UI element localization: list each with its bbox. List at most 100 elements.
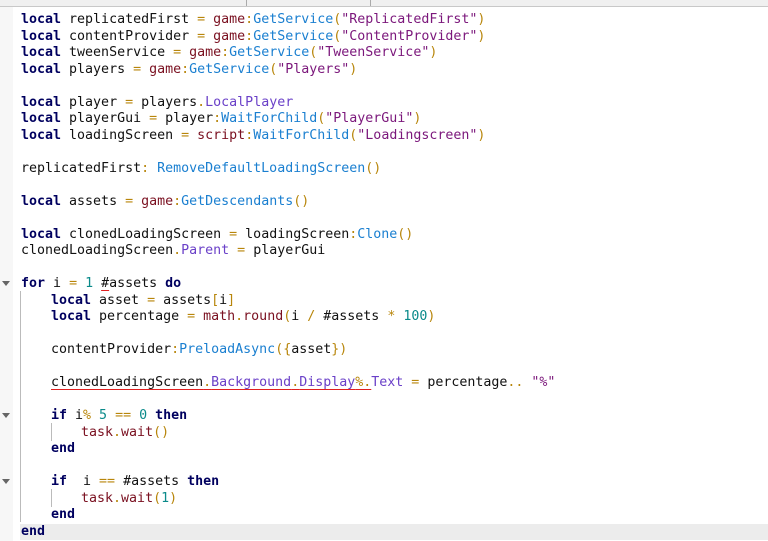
code-token-num: 0 (131, 408, 156, 423)
code-line[interactable]: for i = 1 #assets do (0, 276, 768, 293)
code-token-op: () (397, 226, 414, 242)
code-token-op: = (229, 226, 238, 242)
code-token-num: 1 (77, 276, 102, 291)
code-line[interactable]: local clonedLoadingScreen = loadingScree… (0, 227, 768, 244)
code-token-op: [ (211, 292, 220, 308)
code-token-kw: local (21, 28, 62, 44)
code-token-op: : (245, 28, 254, 44)
code-token-op: = (403, 375, 428, 390)
code-token-op: ) (413, 111, 422, 126)
code-token-id: loadingScreen (61, 127, 182, 143)
code-line[interactable]: clonedLoadingScreen.Background.Display%.… (0, 375, 768, 392)
code-token-op: = (197, 28, 206, 44)
code-token-op: ) (477, 127, 486, 143)
code-token-op: % (83, 408, 92, 423)
code-line[interactable]: task.wait(1) (0, 491, 768, 508)
code-line[interactable]: if i% 5 == 0 then (0, 408, 768, 425)
code-token-op: ) (169, 490, 178, 506)
code-token-op: . (291, 375, 300, 390)
code-line[interactable] (0, 144, 768, 161)
code-token-kw: if (51, 474, 68, 489)
code-line[interactable]: local replicatedFirst = game:GetService(… (0, 12, 768, 29)
code-token-id: player (61, 94, 126, 110)
code-token-id: playerGui (253, 243, 326, 258)
code-line[interactable]: clonedLoadingScreen.Parent = playerGui (0, 243, 768, 260)
code-line[interactable]: local contentProvider = game:GetService(… (0, 29, 768, 46)
code-token-num: 100 (395, 309, 428, 324)
code-line[interactable] (0, 210, 768, 227)
code-line[interactable]: local asset = assets[i] (0, 293, 768, 310)
code-token-kw: end (51, 507, 76, 522)
code-token-id: clonedLoadingScreen (61, 226, 230, 242)
fold-arrow-icon[interactable] (2, 281, 10, 286)
code-token-id: loadingScreen (237, 226, 350, 242)
code-token-op: : (221, 45, 230, 60)
code-line[interactable]: local playerGui = player:WaitForChild("P… (0, 111, 768, 128)
code-token-svc: game (141, 61, 182, 77)
code-token-op: : (141, 160, 158, 176)
code-token-id: assets (155, 292, 212, 308)
code-token-id: tweenService (61, 45, 174, 60)
code-line[interactable] (0, 392, 768, 409)
code-line[interactable]: replicatedFirst: RemoveDefaultLoadingScr… (0, 161, 768, 178)
code-line[interactable]: local players = game:GetService("Players… (0, 62, 768, 79)
code-token-op: = (147, 292, 156, 308)
code-line[interactable] (0, 177, 768, 194)
code-line[interactable]: end (20, 523, 768, 540)
code-token-str: "TweenService" (317, 45, 430, 60)
code-token-fn: GetService (253, 28, 334, 44)
code-token-id: i (219, 292, 228, 308)
code-token-id: replicatedFirst (21, 160, 142, 176)
code-token-prop: LocalPlayer (205, 94, 294, 110)
fold-arrow-icon[interactable] (2, 479, 10, 484)
fold-arrow-icon[interactable] (2, 413, 10, 418)
code-line[interactable]: task.wait() (0, 425, 768, 442)
code-token-kw: local (21, 193, 62, 209)
code-token-svc: game (205, 28, 246, 44)
code-line[interactable]: local loadingScreen = script:WaitForChil… (0, 128, 768, 145)
code-line[interactable]: local tweenService = game:GetService("Tw… (0, 45, 768, 62)
code-token-id: assets (61, 193, 126, 209)
code-line[interactable] (0, 326, 768, 343)
code-token-op: : (171, 342, 180, 357)
code-token-id: #assets (315, 309, 388, 324)
code-line[interactable]: local player = players.LocalPlayer (0, 95, 768, 112)
code-token-id: i (67, 474, 100, 489)
code-line[interactable] (0, 78, 768, 95)
code-line[interactable]: contentProvider:PreloadAsync({asset}) (0, 342, 768, 359)
code-line[interactable] (0, 260, 768, 277)
code-line[interactable] (0, 359, 768, 376)
code-token-op: () (293, 193, 310, 209)
code-token-svc: math (195, 309, 236, 324)
code-editor[interactable]: local replicatedFirst = game:GetService(… (0, 12, 768, 540)
code-token-str: "Players" (277, 61, 350, 77)
code-token-kw: local (21, 12, 62, 27)
code-token-id: contentProvider (61, 28, 198, 44)
code-token-kw: for (21, 276, 46, 291)
code-line[interactable] (0, 458, 768, 475)
code-token-op: () (153, 424, 170, 440)
code-token-op: . (235, 309, 244, 324)
code-token-fn: RemoveDefaultLoadingScreen (157, 160, 366, 176)
code-token-str: "PlayerGui" (325, 111, 414, 126)
code-token-kw: local (51, 292, 92, 308)
code-token-id: # (101, 276, 110, 291)
code-token-kw: local (21, 111, 62, 126)
code-token-id: i (291, 309, 308, 324)
code-token-str: "ContentProvider" (341, 28, 478, 44)
code-line[interactable]: if i == #assets then (0, 474, 768, 491)
code-token-op: }) (331, 342, 348, 357)
code-token-op: = (197, 12, 206, 27)
code-token-op: . (203, 375, 212, 390)
code-token-fn: GetService (189, 61, 270, 77)
code-token-num: 1 (161, 490, 170, 506)
code-token-kw: then (155, 408, 188, 423)
code-line[interactable]: local assets = game:GetDescendants() (0, 194, 768, 211)
code-token-op: ] (227, 292, 236, 308)
code-line[interactable]: end (0, 507, 768, 524)
code-line[interactable]: end (0, 441, 768, 458)
code-line[interactable]: local percentage = math.round(i / #asset… (0, 309, 768, 326)
code-token-fn: GetService (253, 12, 334, 27)
code-token-op: ) (427, 309, 436, 324)
code-token-svc: round (243, 309, 284, 324)
